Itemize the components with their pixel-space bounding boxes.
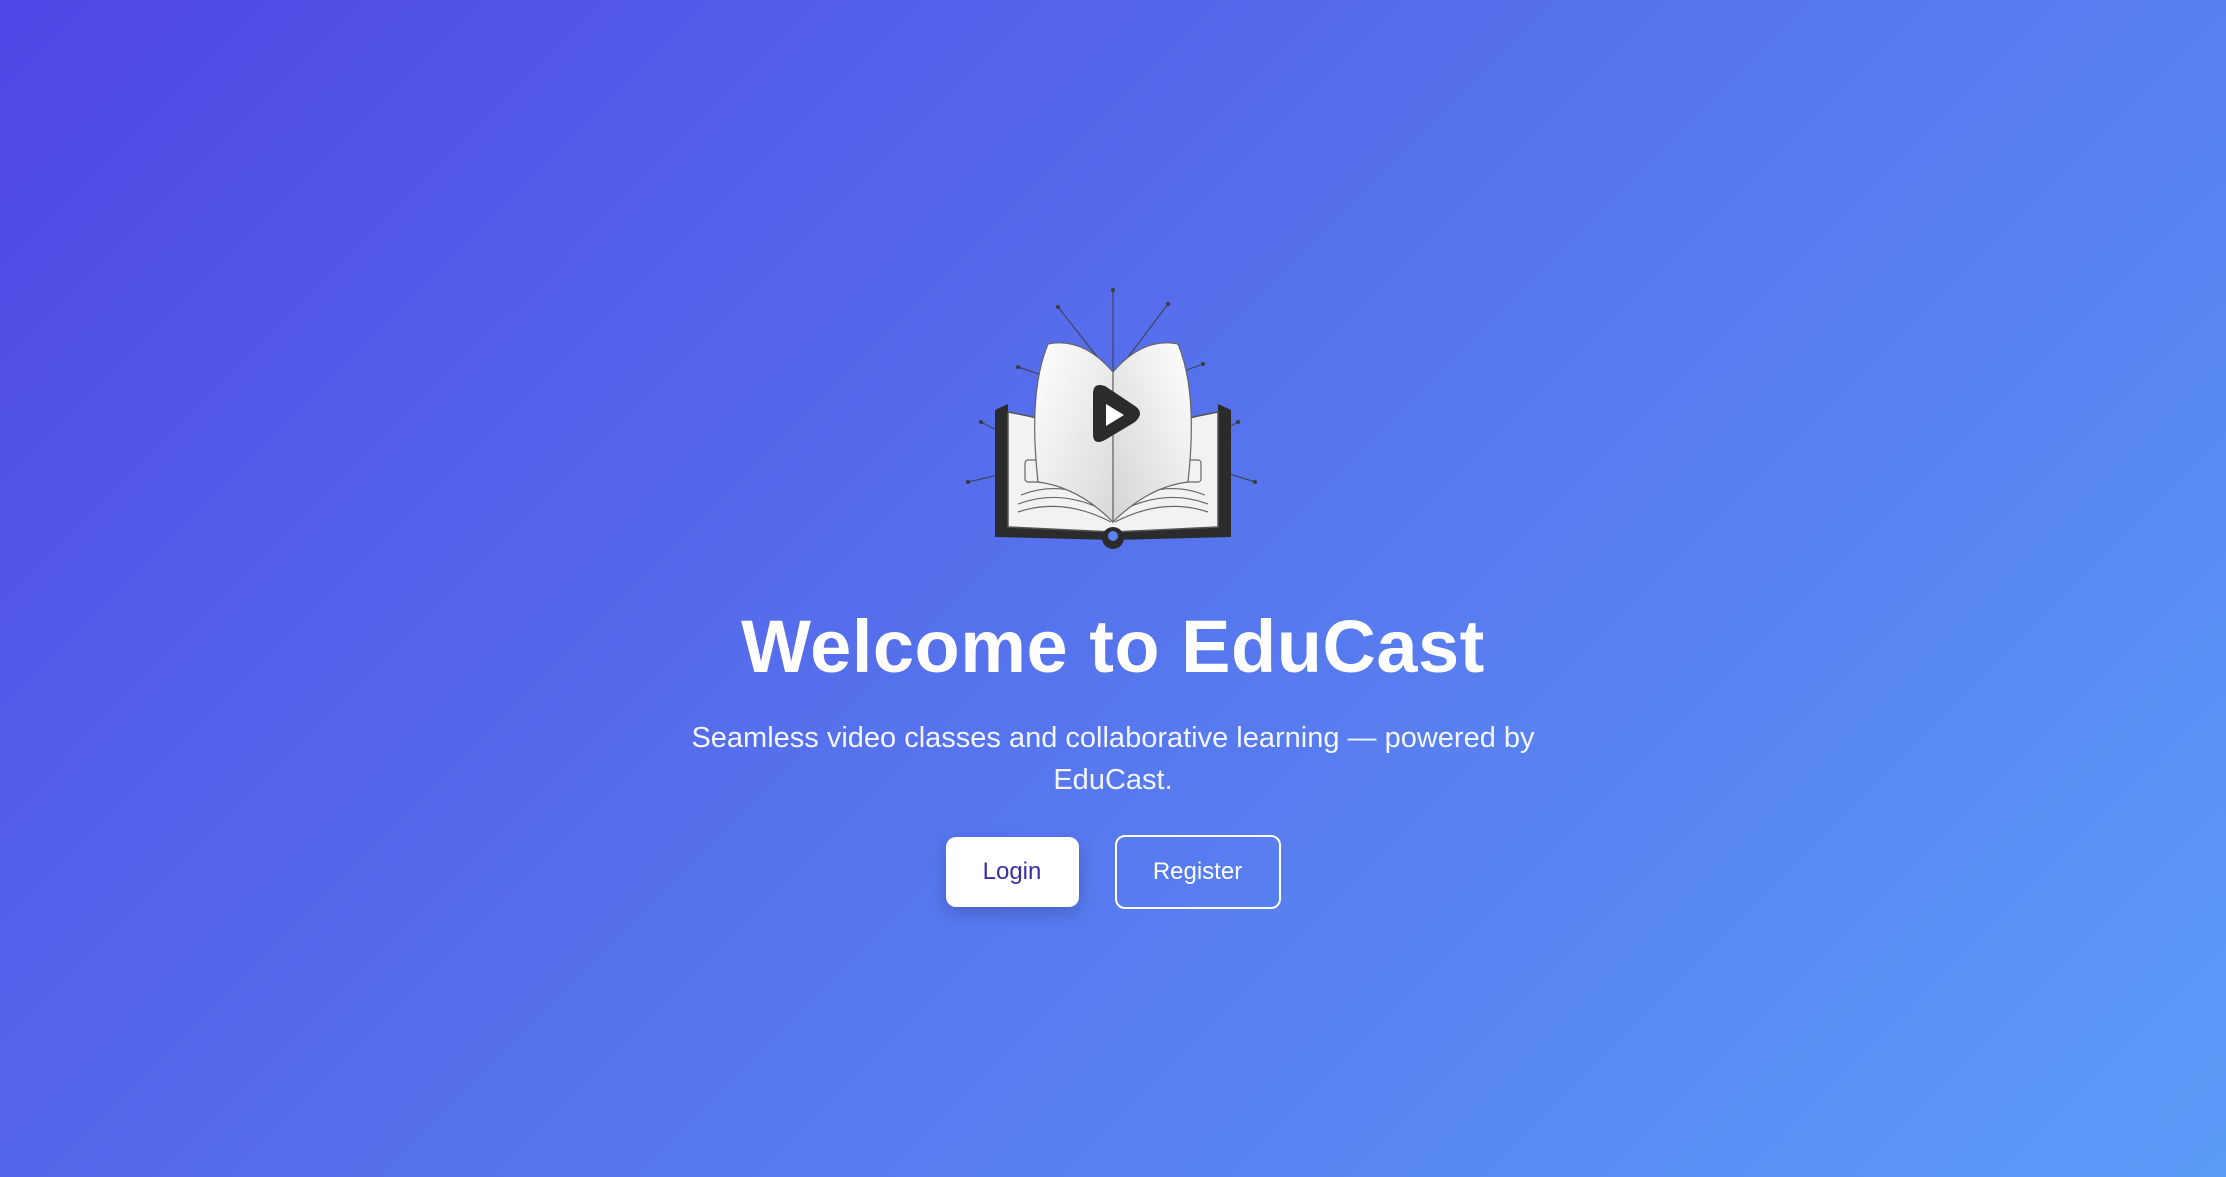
hero-section: Welcome to EduCast Seamless video classe… xyxy=(0,0,2226,1177)
auth-actions: Login Register xyxy=(945,835,1281,910)
open-book-play-icon xyxy=(963,282,1263,562)
login-button[interactable]: Login xyxy=(945,837,1079,908)
page-subtitle: Seamless video classes and collaborative… xyxy=(691,722,1535,797)
register-button[interactable]: Register xyxy=(1114,835,1281,910)
page-title: Welcome to EduCast xyxy=(741,605,1485,688)
